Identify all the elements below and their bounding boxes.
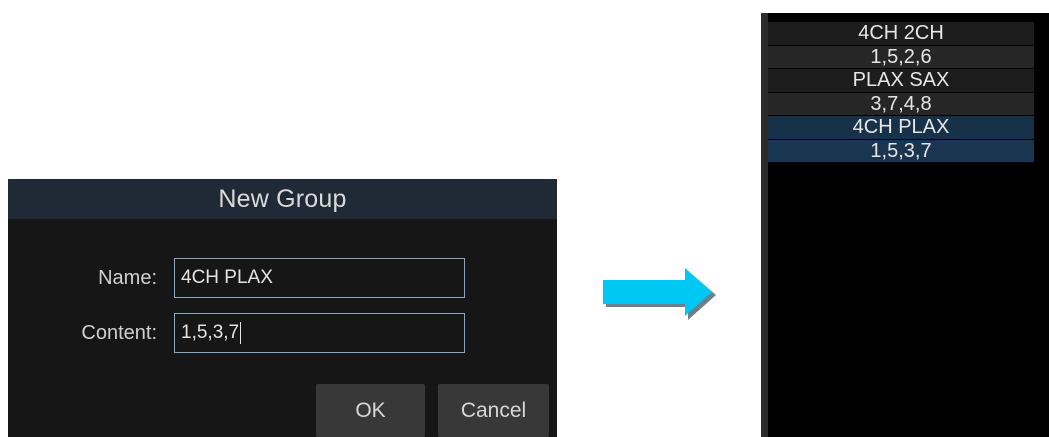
content-input-value: 1,5,3,7 (181, 322, 240, 343)
panel-edge (1034, 13, 1049, 437)
group-name: 4CH PLAX (768, 115, 1034, 139)
group-content: 3,7,4,8 (768, 91, 1034, 115)
dialog-titlebar: New Group (8, 179, 557, 219)
content-label: Content: (81, 321, 157, 344)
name-input[interactable]: 4CH PLAX (174, 258, 465, 298)
group-content: 1,5,2,6 (768, 44, 1034, 68)
panel-scrollbar[interactable] (761, 13, 768, 437)
content-input[interactable]: 1,5,3,7 (174, 313, 465, 353)
name-row: Name: 4CH PLAX (8, 258, 465, 298)
group-list-item[interactable]: 4CH 2CH 1,5,2,6 (768, 21, 1034, 68)
group-list-panel: 4CH 2CH 1,5,2,6 PLAX SAX 3,7,4,8 4CH PLAX 1,5… (761, 13, 1049, 437)
text-caret (240, 322, 242, 344)
group-list-item[interactable]: PLAX SAX 3,7,4,8 (768, 68, 1034, 115)
new-group-dialog: New Group Name: 4CH PLAX Content: 1,5,3,… (8, 179, 557, 437)
group-name: 4CH 2CH (768, 21, 1034, 45)
group-content: 1,5,3,7 (768, 138, 1034, 162)
right-arrow-icon (603, 268, 716, 320)
name-input-value: 4CH PLAX (181, 267, 273, 288)
name-label: Name: (98, 266, 157, 289)
content-row: Content: 1,5,3,7 (8, 313, 465, 353)
ok-button[interactable]: OK (316, 384, 425, 437)
group-name: PLAX SAX (768, 68, 1034, 92)
dialog-title: New Group (218, 184, 347, 213)
group-list-item[interactable]: 4CH PLAX 1,5,3,7 (768, 115, 1034, 162)
group-list: 4CH 2CH 1,5,2,6 PLAX SAX 3,7,4,8 4CH PLAX 1,5… (768, 21, 1034, 162)
cancel-button[interactable]: Cancel (438, 384, 549, 437)
